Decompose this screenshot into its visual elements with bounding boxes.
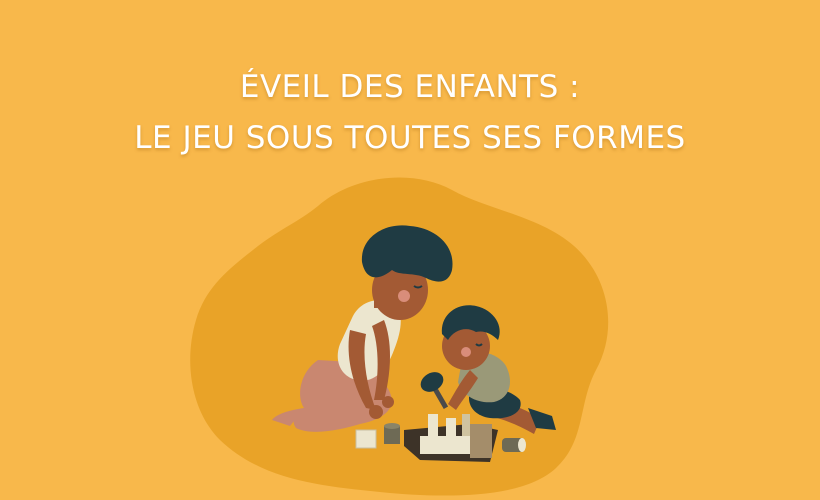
banner: ÉVEIL DES ENFANTS : LE JEU SOUS TOUTES S… [0, 0, 820, 500]
background-blob [190, 177, 609, 496]
play-illustration [190, 177, 609, 496]
